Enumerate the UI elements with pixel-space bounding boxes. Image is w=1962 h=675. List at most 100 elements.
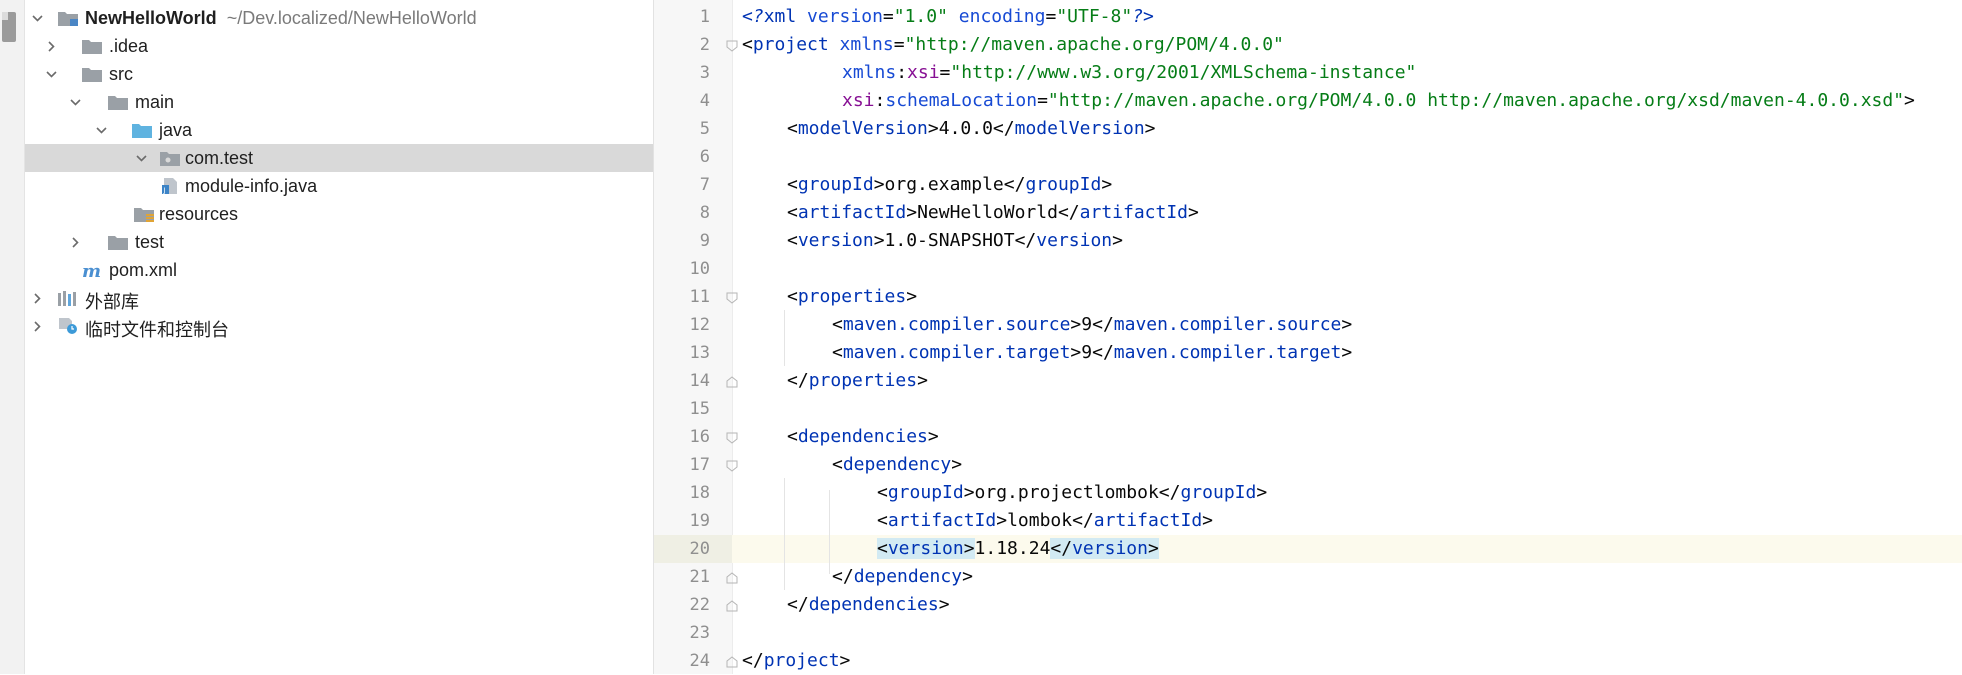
line-number: 2 bbox=[699, 35, 710, 55]
code-line-18: <groupId>org.projectlombok</groupId> bbox=[877, 482, 1268, 503]
chevron-right-icon[interactable] bbox=[31, 292, 44, 305]
line-number: 24 bbox=[689, 651, 710, 671]
chevron-right-icon[interactable] bbox=[45, 40, 58, 53]
svg-text:m: m bbox=[82, 261, 101, 279]
tree-item-pom[interactable]: m pom.xml bbox=[25, 256, 653, 284]
artifact-id-value: NewHelloWorld bbox=[917, 202, 1058, 223]
indent-guide bbox=[784, 310, 785, 366]
fold-close-icon[interactable] bbox=[726, 600, 738, 612]
chevron-right-icon[interactable] bbox=[31, 320, 44, 333]
line-number: 15 bbox=[689, 399, 710, 419]
tree-item-src[interactable]: src bbox=[25, 60, 653, 88]
project-version-value: 1.0-SNAPSHOT bbox=[884, 230, 1015, 251]
code-line-7: <groupId>org.example</groupId> bbox=[787, 174, 1113, 195]
tree-item-label: java bbox=[159, 120, 193, 140]
fold-close-icon[interactable] bbox=[726, 376, 738, 388]
project-tool-window-button[interactable] bbox=[2, 12, 16, 42]
fold-close-icon[interactable] bbox=[726, 656, 738, 668]
dep-artifact-id-value: lombok bbox=[1007, 510, 1073, 531]
folder-icon bbox=[108, 236, 128, 250]
project-tree: NewHelloWorld ~/Dev.localized/NewHelloWor… bbox=[25, 0, 654, 674]
line-number: 20 bbox=[689, 539, 710, 559]
current-line-highlight bbox=[654, 535, 1962, 563]
line-number: 17 bbox=[689, 455, 710, 475]
code-line-12: <maven.compiler.source>9</maven.compiler… bbox=[832, 314, 1353, 335]
tree-item-idea[interactable]: .idea bbox=[25, 32, 653, 60]
code-line-22: </dependencies> bbox=[787, 594, 950, 615]
line-number: 3 bbox=[699, 63, 710, 83]
chevron-down-icon[interactable] bbox=[69, 96, 82, 109]
project-path: ~/Dev.localized/NewHelloWorld bbox=[226, 8, 477, 28]
tree-item-java[interactable]: java bbox=[25, 116, 653, 144]
xsi-value: "http://www.w3.org/2001/XMLSchema-instan… bbox=[950, 62, 1417, 83]
project-name: NewHelloWorld ~/Dev.localized/NewHelloWor… bbox=[85, 8, 477, 28]
tree-item-label: resources bbox=[159, 204, 239, 224]
chevron-down-icon[interactable] bbox=[95, 124, 108, 137]
tree-item-main[interactable]: main bbox=[25, 88, 653, 116]
tree-item-label: src bbox=[109, 64, 133, 84]
tree-item-label: test bbox=[135, 232, 165, 252]
group-id-value: org.example bbox=[884, 174, 1004, 195]
code-line-2: <project xmlns="http://maven.apache.org/… bbox=[742, 34, 1284, 55]
tree-item-module-info[interactable]: J module-info.java bbox=[25, 172, 653, 200]
chevron-right-icon[interactable] bbox=[69, 236, 82, 249]
maven-icon: m bbox=[82, 261, 101, 279]
dep-group-id-value: org.projectlombok bbox=[974, 482, 1159, 503]
tool-window-strip bbox=[0, 0, 25, 674]
line-number: 1 bbox=[699, 7, 710, 27]
code-line-19: <artifactId>lombok</artifactId> bbox=[877, 510, 1213, 531]
line-number: 14 bbox=[689, 371, 710, 391]
fold-close-icon[interactable] bbox=[726, 572, 738, 584]
library-icon bbox=[58, 291, 76, 306]
code-line-3: xmlns:xsi="http://www.w3.org/2001/XMLSch… bbox=[842, 62, 1417, 83]
code-editor[interactable]: 1 2 3 4 5 6 7 8 9 10 11 12 13 14 15 16 1… bbox=[654, 0, 1962, 674]
indent-guide bbox=[784, 478, 785, 590]
tree-item-label: module-info.java bbox=[185, 176, 318, 196]
code-line-11: <properties> bbox=[787, 286, 918, 307]
scratches-icon bbox=[59, 318, 77, 334]
line-number: 4 bbox=[699, 91, 710, 111]
chevron-down-icon[interactable] bbox=[31, 12, 44, 25]
folder-icon bbox=[82, 68, 102, 82]
folder-icon bbox=[108, 96, 128, 110]
line-number: 6 bbox=[699, 147, 710, 167]
fold-open-icon[interactable] bbox=[726, 292, 738, 304]
schema-location-value: "http://maven.apache.org/POM/4.0.0 http:… bbox=[1047, 90, 1905, 111]
tree-item-label: .idea bbox=[109, 36, 149, 56]
model-version-value: 4.0.0 bbox=[938, 118, 993, 139]
folder-icon bbox=[82, 40, 102, 54]
svg-text:J: J bbox=[163, 187, 166, 195]
code-line-8: <artifactId>NewHelloWorld</artifactId> bbox=[787, 202, 1199, 223]
code-line-13: <maven.compiler.target>9</maven.compiler… bbox=[832, 342, 1353, 363]
tree-item-label: com.test bbox=[185, 148, 254, 168]
java-file-icon: J bbox=[162, 178, 177, 195]
fold-open-icon[interactable] bbox=[726, 432, 738, 444]
fold-open-icon[interactable] bbox=[726, 460, 738, 472]
chevron-down-icon[interactable] bbox=[135, 152, 148, 165]
indent-guide bbox=[829, 490, 830, 574]
package-icon bbox=[160, 152, 180, 166]
fold-open-icon[interactable] bbox=[726, 40, 738, 52]
tree-item-project-root[interactable]: NewHelloWorld ~/Dev.localized/NewHelloWor… bbox=[25, 4, 653, 32]
tree-item-scratches[interactable]: 临时文件和控制台 bbox=[25, 312, 653, 340]
dep-version-value: 1.18.24 bbox=[974, 538, 1051, 559]
code-line-1: <?xml version="1.0" encoding="UTF-8"?> bbox=[742, 6, 1154, 27]
compiler-source-value: 9 bbox=[1081, 314, 1093, 335]
tree-item-resources[interactable]: resources bbox=[25, 200, 653, 228]
tree-item-test[interactable]: test bbox=[25, 228, 653, 256]
line-number: 13 bbox=[689, 343, 710, 363]
line-number: 23 bbox=[689, 623, 710, 643]
chevron-down-icon[interactable] bbox=[45, 68, 58, 81]
tree-item-label: main bbox=[135, 92, 175, 112]
code-line-16: <dependencies> bbox=[787, 426, 939, 447]
resources-folder-icon bbox=[134, 208, 154, 222]
line-number: 16 bbox=[689, 427, 710, 447]
code-line-21: </dependency> bbox=[832, 566, 973, 587]
xmlns-value: "http://maven.apache.org/POM/4.0.0" bbox=[904, 34, 1284, 55]
tree-item-external-libraries[interactable]: 外部库 bbox=[25, 284, 653, 312]
code-line-14: </properties> bbox=[787, 370, 928, 391]
line-number: 10 bbox=[689, 259, 710, 279]
code-line-5: <modelVersion>4.0.0</modelVersion> bbox=[787, 118, 1156, 139]
tree-item-com-test[interactable]: com.test bbox=[25, 144, 653, 172]
tree-item-label: 外部库 bbox=[85, 292, 139, 312]
